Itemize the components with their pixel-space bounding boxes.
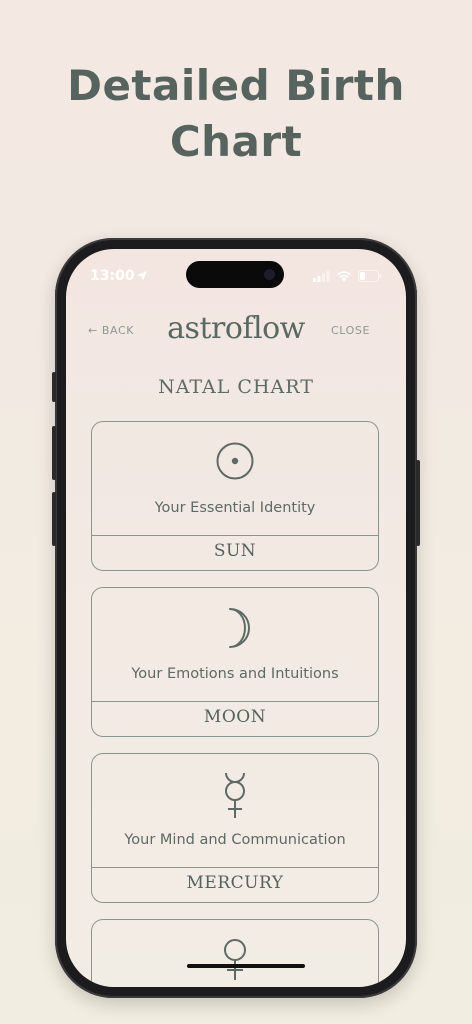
- phone-action-button: [52, 372, 56, 402]
- promo-headline: Detailed Birth Chart: [0, 58, 472, 170]
- card-divider: [92, 867, 378, 868]
- planet-name: MOON: [203, 707, 267, 727]
- planet-card-moon[interactable]: Your Emotions and Intuitions MOON: [91, 587, 379, 737]
- phone-power-button: [416, 460, 420, 546]
- page-title: NATAL CHART: [158, 376, 314, 398]
- mercury-icon: [92, 772, 378, 822]
- sun-icon: [92, 440, 378, 482]
- status-icons: [313, 270, 382, 282]
- card-divider: [92, 535, 378, 536]
- headline-line-2: Chart: [169, 117, 303, 166]
- planet-description: Your Mind and Communication: [124, 832, 346, 848]
- card-divider: [92, 701, 378, 702]
- venus-icon: [92, 938, 378, 987]
- battery-icon: [358, 270, 382, 282]
- status-time: 13:00: [90, 268, 135, 284]
- phone-volume-up-button: [52, 426, 56, 480]
- app-header: ← BACK astroflow CLOSE: [66, 309, 406, 359]
- dynamic-island: [186, 261, 284, 288]
- planet-name: SUN: [213, 541, 257, 561]
- moon-icon: [92, 606, 378, 650]
- home-indicator[interactable]: [187, 964, 305, 968]
- planet-name: MERCURY: [186, 873, 284, 893]
- planet-description: Your Emotions and Intuitions: [131, 666, 339, 682]
- planet-description: Your Essential Identity: [154, 500, 316, 516]
- close-button[interactable]: CLOSE: [331, 324, 370, 337]
- cellular-signal-icon: [313, 270, 330, 282]
- location-arrow-icon: [136, 270, 148, 286]
- phone-frame: 13:00 ← BACK astroflow CLOSE NATAL CHART…: [52, 238, 420, 998]
- front-camera: [264, 269, 275, 280]
- planet-card-mercury[interactable]: Your Mind and Communication MERCURY: [91, 753, 379, 903]
- planet-card-venus[interactable]: [91, 919, 379, 987]
- phone-volume-down-button: [52, 492, 56, 546]
- planet-card-sun[interactable]: Your Essential Identity SUN: [91, 421, 379, 571]
- headline-line-1: Detailed Birth: [67, 61, 405, 110]
- app-screen: 13:00 ← BACK astroflow CLOSE NATAL CHART…: [66, 249, 406, 987]
- wifi-icon: [337, 271, 351, 282]
